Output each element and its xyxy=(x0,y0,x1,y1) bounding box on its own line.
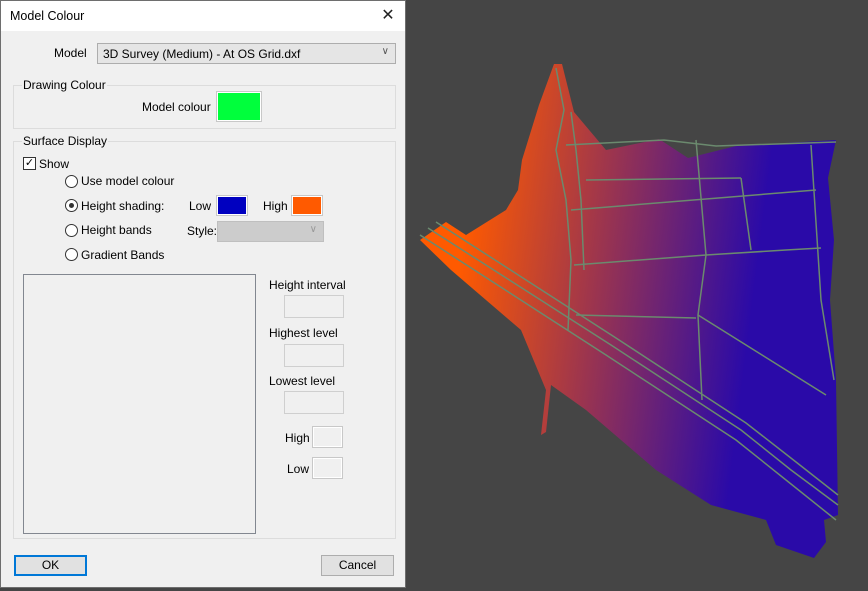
checkmark-icon: ✓ xyxy=(24,157,35,169)
drawing-colour-group-label: Drawing Colour xyxy=(22,78,107,92)
use-model-colour-radio[interactable] xyxy=(65,175,78,188)
model-label: Model xyxy=(54,46,87,60)
model-select-value: 3D Survey (Medium) - At OS Grid.dxf xyxy=(103,47,301,61)
gradient-bands-label: Gradient Bands xyxy=(81,248,165,262)
height-shading-label: Height shading: xyxy=(81,199,165,213)
model-colour-dialog: Model Colour ✕ Model 3D Survey (Medium) … xyxy=(0,0,406,588)
band-high-label: High xyxy=(285,431,310,445)
3d-viewport[interactable] xyxy=(406,0,868,588)
surface-model xyxy=(419,64,839,558)
gradient-bands-radio[interactable] xyxy=(65,248,78,261)
cancel-button[interactable]: Cancel xyxy=(321,555,394,576)
show-label: Show xyxy=(39,157,70,171)
bands-list[interactable] xyxy=(23,274,256,534)
chevron-down-icon: ∨ xyxy=(381,46,389,57)
band-high-colour-swatch[interactable] xyxy=(312,426,343,448)
low-colour-swatch[interactable] xyxy=(216,195,248,216)
ok-button[interactable]: OK xyxy=(14,555,87,576)
height-bands-radio[interactable] xyxy=(65,224,78,237)
style-select[interactable]: ∨ xyxy=(217,221,324,242)
show-checkbox[interactable]: ✓ xyxy=(23,157,36,170)
lowest-level-input[interactable] xyxy=(284,391,344,414)
height-bands-label: Height bands xyxy=(81,223,152,237)
use-model-colour-label: Use model colour xyxy=(81,174,175,188)
high-colour-label: High xyxy=(263,199,288,213)
highest-level-label: Highest level xyxy=(269,326,338,340)
model-colour-label: Model colour xyxy=(142,100,211,114)
dialog-title: Model Colour xyxy=(10,9,85,23)
height-interval-label: Height interval xyxy=(269,278,346,292)
surface-mesh xyxy=(420,64,838,558)
low-colour-label: Low xyxy=(189,199,212,213)
lowest-level-label: Lowest level xyxy=(269,374,336,388)
model-select[interactable]: 3D Survey (Medium) - At OS Grid.dxf ∨ xyxy=(97,43,396,64)
model-colour-swatch[interactable] xyxy=(216,91,262,122)
style-label: Style: xyxy=(187,224,218,238)
high-colour-swatch[interactable] xyxy=(291,195,323,216)
title-bar: Model Colour ✕ xyxy=(1,1,405,31)
close-icon[interactable]: ✕ xyxy=(377,5,399,27)
band-low-colour-swatch[interactable] xyxy=(312,457,343,479)
chevron-down-icon: ∨ xyxy=(309,224,317,235)
height-interval-input[interactable] xyxy=(284,295,344,318)
height-shading-radio[interactable] xyxy=(65,199,78,212)
surface-display-group-label: Surface Display xyxy=(22,134,109,148)
band-low-label: Low xyxy=(287,462,310,476)
highest-level-input[interactable] xyxy=(284,344,344,367)
